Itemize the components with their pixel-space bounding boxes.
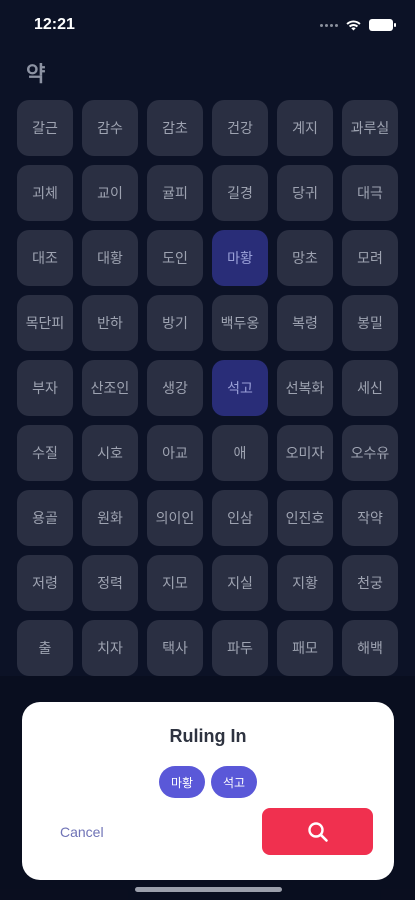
herb-tile[interactable]: 망초 bbox=[277, 230, 333, 286]
herb-tile[interactable]: 천궁 bbox=[342, 555, 398, 611]
herb-tile[interactable]: 교이 bbox=[82, 165, 138, 221]
selected-chips: 마황 석고 bbox=[22, 766, 394, 798]
herb-tile[interactable]: 봉밀 bbox=[342, 295, 398, 351]
herb-tile[interactable]: 수질 bbox=[17, 425, 73, 481]
herb-tile[interactable]: 괴체 bbox=[17, 165, 73, 221]
herb-tile[interactable]: 오미자 bbox=[277, 425, 333, 481]
herb-tile[interactable]: 지모 bbox=[147, 555, 203, 611]
selected-chip[interactable]: 석고 bbox=[211, 766, 257, 798]
herb-tile[interactable]: 아교 bbox=[147, 425, 203, 481]
herb-tile[interactable]: 택사 bbox=[147, 620, 203, 676]
status-icons bbox=[320, 19, 396, 31]
herb-grid: 갈근 감수 감초 건강 계지 과루실괴체 교이 귤피 길경 당귀 대극대조 대황 도인 마황 망초 모려목단피… bbox=[17, 100, 398, 676]
selected-chip[interactable]: 마황 bbox=[159, 766, 205, 798]
herb-tile[interactable]: 세신 bbox=[342, 360, 398, 416]
herb-tile[interactable]: 산조인 bbox=[82, 360, 138, 416]
sheet-title: Ruling In bbox=[169, 726, 247, 746]
herb-tile[interactable]: 생강 bbox=[147, 360, 203, 416]
herb-tile[interactable]: 감초 bbox=[147, 100, 203, 156]
herb-tile[interactable]: 반하 bbox=[82, 295, 138, 351]
wifi-icon bbox=[346, 20, 361, 31]
ruling-in-sheet: Ruling In 마황 석고 Cancel bbox=[22, 702, 394, 880]
herb-tile[interactable]: 귤피 bbox=[147, 165, 203, 221]
herb-tile[interactable]: 인진호 bbox=[277, 490, 333, 546]
cancel-button[interactable]: Cancel bbox=[60, 824, 104, 840]
herb-tile[interactable]: 모려 bbox=[342, 230, 398, 286]
herb-tile[interactable]: 과루실 bbox=[342, 100, 398, 156]
section-title: 약 bbox=[26, 62, 46, 86]
herb-tile[interactable]: 마황 bbox=[212, 230, 268, 286]
search-button[interactable] bbox=[262, 808, 373, 855]
status-bar: 12:21 bbox=[0, 0, 415, 50]
herb-tile[interactable]: 석고 bbox=[212, 360, 268, 416]
herb-tile[interactable]: 백두옹 bbox=[212, 295, 268, 351]
herb-tile[interactable]: 도인 bbox=[147, 230, 203, 286]
herb-tile[interactable]: 갈근 bbox=[17, 100, 73, 156]
search-icon bbox=[307, 821, 328, 842]
herb-tile[interactable]: 패모 bbox=[277, 620, 333, 676]
herb-tile[interactable]: 오수유 bbox=[342, 425, 398, 481]
herb-tile[interactable]: 계지 bbox=[277, 100, 333, 156]
herb-tile[interactable]: 지황 bbox=[277, 555, 333, 611]
herb-tile[interactable]: 복령 bbox=[277, 295, 333, 351]
herb-tile[interactable]: 방기 bbox=[147, 295, 203, 351]
herb-tile[interactable]: 정력 bbox=[82, 555, 138, 611]
herb-tile[interactable]: 애 bbox=[212, 425, 268, 481]
herb-tile[interactable]: 작약 bbox=[342, 490, 398, 546]
herb-tile[interactable]: 대조 bbox=[17, 230, 73, 286]
herb-tile[interactable]: 치자 bbox=[82, 620, 138, 676]
herb-tile[interactable]: 저령 bbox=[17, 555, 73, 611]
herb-tile[interactable]: 대극 bbox=[342, 165, 398, 221]
herb-tile[interactable]: 목단피 bbox=[17, 295, 73, 351]
herb-tile[interactable]: 건강 bbox=[212, 100, 268, 156]
herb-tile[interactable]: 당귀 bbox=[277, 165, 333, 221]
home-indicator bbox=[135, 887, 282, 892]
herb-tile[interactable]: 해백 bbox=[342, 620, 398, 676]
herb-tile[interactable]: 감수 bbox=[82, 100, 138, 156]
herb-tile[interactable]: 원화 bbox=[82, 490, 138, 546]
herb-tile[interactable]: 대황 bbox=[82, 230, 138, 286]
herb-tile[interactable]: 의이인 bbox=[147, 490, 203, 546]
herb-tile[interactable]: 지실 bbox=[212, 555, 268, 611]
herb-tile[interactable]: 시호 bbox=[82, 425, 138, 481]
herb-tile[interactable]: 길경 bbox=[212, 165, 268, 221]
status-time: 12:21 bbox=[34, 16, 75, 33]
herb-tile[interactable]: 출 bbox=[17, 620, 73, 676]
herb-tile[interactable]: 부자 bbox=[17, 360, 73, 416]
cellular-signal-icon bbox=[320, 23, 338, 27]
herb-tile[interactable]: 선복화 bbox=[277, 360, 333, 416]
herb-tile[interactable]: 인삼 bbox=[212, 490, 268, 546]
herb-tile[interactable]: 파두 bbox=[212, 620, 268, 676]
battery-icon bbox=[369, 19, 396, 31]
herb-tile[interactable]: 용골 bbox=[17, 490, 73, 546]
